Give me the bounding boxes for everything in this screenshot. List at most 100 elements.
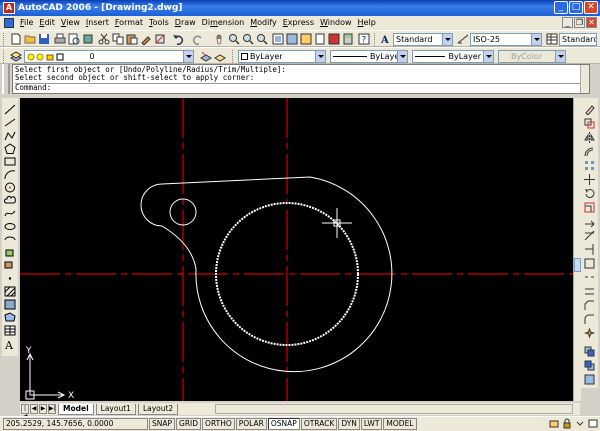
menu-edit[interactable]: Edit [36, 16, 58, 30]
menu-express[interactable]: Express [280, 16, 317, 30]
dim-style-icon[interactable] [457, 33, 469, 45]
offset-icon[interactable] [584, 146, 595, 157]
tab-layout1[interactable]: Layout1 [95, 403, 136, 415]
arc-icon[interactable] [4, 169, 16, 180]
menu-modify[interactable]: Modify [247, 16, 280, 30]
hatch-icon[interactable] [4, 286, 16, 297]
circle-icon[interactable] [4, 182, 16, 193]
clean-screen-icon[interactable] [588, 418, 598, 429]
multiline-text-icon[interactable]: A [4, 339, 16, 350]
next-tab-button[interactable]: ▶ [39, 404, 47, 414]
menu-file[interactable]: File [17, 16, 36, 30]
properties-icon[interactable] [272, 33, 284, 45]
block-editor-icon[interactable] [154, 33, 166, 45]
plot-preview-icon[interactable] [68, 33, 80, 45]
make-block-icon[interactable] [4, 260, 16, 271]
osnap-toggle[interactable]: OSNAP [267, 418, 300, 430]
chevron-down-icon[interactable] [531, 34, 541, 45]
menu-insert[interactable]: Insert [83, 16, 112, 30]
mirror-icon[interactable] [584, 132, 595, 143]
polar-toggle[interactable]: POLAR [235, 418, 267, 430]
dim-style-combo[interactable]: ISO-25 [470, 33, 542, 46]
chevron-down-icon[interactable] [442, 34, 452, 45]
color-combo[interactable]: ByLayer [238, 50, 326, 63]
draworder-front-icon[interactable] [584, 346, 595, 357]
undo-icon[interactable] [172, 33, 184, 45]
ellipse-icon[interactable] [4, 221, 16, 232]
last-tab-button[interactable]: ▶| [48, 404, 56, 414]
chevron-down-icon[interactable] [315, 51, 325, 62]
vertical-scrollbar[interactable] [573, 98, 581, 401]
table-style-icon[interactable] [546, 33, 558, 45]
stretch-icon[interactable] [584, 216, 595, 227]
fillet-icon[interactable] [584, 314, 595, 325]
ortho-toggle[interactable]: ORTHO [202, 418, 235, 430]
snap-toggle[interactable]: SNAP [149, 418, 176, 430]
tab-model[interactable]: Model [58, 403, 94, 415]
menu-help[interactable]: Help [355, 16, 379, 30]
draworder-back-icon[interactable] [584, 360, 595, 371]
layer-previous-icon[interactable] [214, 50, 226, 62]
cut-icon[interactable] [98, 33, 110, 45]
trim-icon[interactable] [584, 230, 595, 241]
dyn-toggle[interactable]: DYN [338, 418, 360, 430]
draworder-above-icon[interactable] [584, 374, 595, 385]
command-window-grip[interactable] [2, 64, 10, 94]
move-icon[interactable] [584, 174, 595, 185]
join-icon[interactable] [584, 286, 595, 297]
lwt-toggle[interactable]: LWT [360, 418, 383, 430]
break-at-point-icon[interactable] [584, 258, 595, 269]
table-style-combo[interactable]: Standard [559, 33, 597, 46]
quickcalc-icon[interactable] [342, 33, 354, 45]
minimize-button[interactable]: _ [554, 1, 568, 14]
polygon-icon[interactable] [4, 143, 16, 154]
pan-icon[interactable] [214, 33, 226, 45]
lineweight-combo[interactable]: ByLayer [412, 50, 494, 63]
plot-icon[interactable] [54, 33, 66, 45]
markup-icon[interactable] [328, 33, 340, 45]
tab-layout2[interactable]: Layout2 [137, 403, 179, 415]
coordinate-readout[interactable]: 205.2529, 145.7656, 0.0000 [3, 418, 148, 430]
grid-toggle[interactable]: GRID [176, 418, 202, 430]
doc-minimize-button[interactable]: _ [562, 17, 573, 28]
zoom-realtime-icon[interactable] [228, 33, 240, 45]
extend-icon[interactable] [584, 244, 595, 255]
polyline-icon[interactable] [4, 130, 16, 141]
make-current-icon[interactable] [200, 50, 212, 62]
paste-icon[interactable] [126, 33, 138, 45]
publish-icon[interactable] [82, 33, 94, 45]
insert-block-icon[interactable] [4, 247, 16, 258]
toolbar-grip[interactable] [232, 50, 235, 63]
linetype-combo[interactable]: ByLayer [330, 50, 408, 63]
first-tab-button[interactable]: |◀ [21, 404, 29, 420]
save-icon[interactable] [38, 33, 50, 45]
doc-restore-button[interactable]: ❐ [574, 17, 585, 28]
menu-draw[interactable]: Draw [172, 16, 199, 30]
line-icon[interactable] [4, 104, 16, 115]
status-menu-icon[interactable] [575, 418, 585, 429]
menu-format[interactable]: Format [112, 16, 146, 30]
lock-icon[interactable] [562, 418, 572, 429]
rectangle-icon[interactable] [4, 156, 16, 167]
toolbar-grip[interactable] [3, 50, 6, 63]
toolbar-grip[interactable] [3, 33, 6, 46]
erase-icon[interactable] [584, 104, 595, 115]
point-icon[interactable] [4, 273, 16, 284]
layer-combo[interactable]: 0 [24, 50, 194, 63]
revision-cloud-icon[interactable] [4, 195, 16, 206]
copy-icon[interactable] [112, 33, 124, 45]
rotate-icon[interactable] [584, 188, 595, 199]
help-icon[interactable]: ? [358, 33, 370, 45]
document-icon[interactable] [4, 18, 14, 28]
design-center-icon[interactable] [286, 33, 298, 45]
redo-icon[interactable] [192, 33, 204, 45]
horizontal-scrollbar[interactable] [215, 404, 573, 414]
array-icon[interactable] [584, 160, 595, 171]
drawing-area[interactable]: Y X [20, 98, 573, 401]
ellipse-arc-icon[interactable] [4, 234, 16, 245]
open-folder-icon[interactable] [24, 33, 36, 45]
chamfer-icon[interactable] [584, 300, 595, 311]
copy-object-icon[interactable] [584, 118, 595, 129]
layer-manager-icon[interactable] [10, 50, 22, 62]
menu-tools[interactable]: Tools [146, 16, 172, 30]
